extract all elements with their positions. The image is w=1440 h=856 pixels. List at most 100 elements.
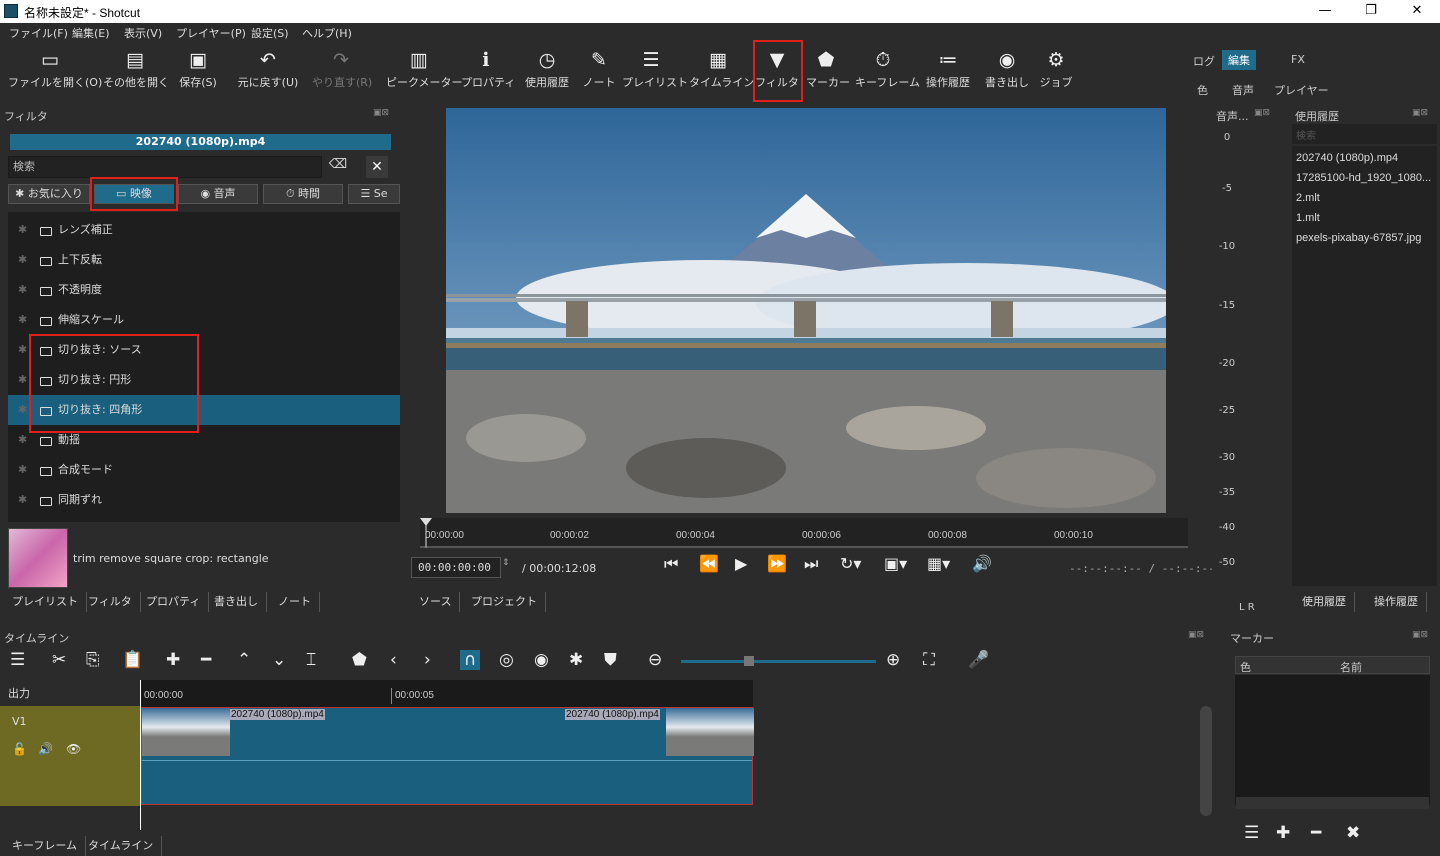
remove-marker-icon[interactable]: ━ xyxy=(1311,823,1321,843)
panel-float-close-icon[interactable]: ▣⊠ xyxy=(1412,108,1428,118)
marker-table[interactable] xyxy=(1235,675,1430,805)
list-item[interactable]: 2.mlt xyxy=(1296,192,1320,204)
grid-icon[interactable]: ▦▾ xyxy=(927,554,950,573)
layout-log[interactable]: ログ xyxy=(1193,53,1215,69)
layout-color[interactable]: 色 xyxy=(1197,82,1208,98)
category-audio[interactable]: ◉ 音声 xyxy=(178,184,258,204)
save-button[interactable]: ▣ 保存(S) xyxy=(176,44,220,98)
list-item[interactable]: 202740 (1080p).mp4 xyxy=(1296,152,1398,164)
timeline-clip[interactable]: 202740 (1080p).mp4 202740 (1080p).mp4 xyxy=(141,707,754,805)
favorite-star-icon[interactable]: ✱ xyxy=(18,455,27,485)
list-item[interactable]: 1.mlt xyxy=(1296,212,1320,224)
zoom-slider[interactable] xyxy=(681,660,876,663)
favorite-star-icon[interactable]: ✱ xyxy=(18,215,27,245)
prev-marker-icon[interactable]: ‹ xyxy=(390,650,397,670)
playhead[interactable] xyxy=(140,680,141,830)
loop-icon[interactable]: ↻▾ xyxy=(840,554,861,573)
properties-button[interactable]: ℹ プロパティ xyxy=(461,44,515,98)
volume-icon[interactable]: 🔊 xyxy=(972,554,992,573)
play-icon[interactable]: ▶ xyxy=(735,554,747,573)
favorite-star-icon[interactable]: ✱ xyxy=(18,365,27,395)
list-item[interactable]: 17285100-hd_1920_1080... xyxy=(1296,172,1431,184)
list-item[interactable]: ✱ 合成モード xyxy=(8,455,400,485)
track-header-v1[interactable]: V1 🔓 🔊 👁 xyxy=(0,706,140,806)
paste-icon[interactable]: 📋 xyxy=(122,650,143,670)
column-name[interactable]: 名前 xyxy=(1340,659,1362,675)
remove-icon[interactable]: ━ xyxy=(201,650,211,670)
history-button[interactable]: ≔ 操作履歴 xyxy=(922,44,974,98)
list-item[interactable]: ✱ 伸縮スケール xyxy=(8,305,400,335)
microphone-icon[interactable]: 🎤 xyxy=(968,650,989,670)
copy-icon[interactable]: ⎘ xyxy=(86,650,100,670)
peak-meter-button[interactable]: ▥ ピークメーター xyxy=(386,44,463,98)
cut-icon[interactable]: ✂ xyxy=(52,650,66,670)
scrub-icon[interactable]: ◎ xyxy=(499,650,514,670)
tab-project[interactable]: プロジェクト xyxy=(463,592,546,612)
list-item[interactable]: ✱ レンズ補正 xyxy=(8,215,400,245)
add-marker-icon[interactable]: ✚ xyxy=(1276,823,1290,843)
markers-button[interactable]: ⬟ マーカー xyxy=(806,44,850,98)
keyframes-button[interactable]: ⏱ キーフレーム xyxy=(855,44,920,98)
mute-icon[interactable]: 🔊 xyxy=(38,742,53,756)
tab-properties[interactable]: プロパティ xyxy=(138,592,210,612)
minimize-button[interactable]: — xyxy=(1302,0,1348,23)
close-filter-icon[interactable]: ✕ xyxy=(366,156,388,178)
tab-export[interactable]: 書き出し xyxy=(206,592,267,612)
clear-markers-icon[interactable]: ✖ xyxy=(1346,823,1360,843)
export-button[interactable]: ◉ 書き出し xyxy=(985,44,1029,98)
menu-view[interactable]: 表示(V) xyxy=(124,25,162,41)
tab-timeline[interactable]: タイムライン xyxy=(80,836,163,856)
layout-audio[interactable]: 音声 xyxy=(1232,82,1254,98)
filter-search-input[interactable]: 検索 xyxy=(8,156,322,178)
overwrite-icon[interactable]: ⌄ xyxy=(272,650,286,670)
next-marker-icon[interactable]: › xyxy=(424,650,431,670)
open-other-button[interactable]: ▤ その他を開く xyxy=(103,44,169,98)
tab-keyframes[interactable]: キーフレーム xyxy=(4,836,87,856)
tab-playlist[interactable]: プレイリスト xyxy=(4,592,87,612)
maximize-button[interactable]: ❐ xyxy=(1348,0,1394,23)
open-file-button[interactable]: ▭ ファイルを開く(O) xyxy=(8,44,102,98)
zoom-slider-handle[interactable] xyxy=(744,656,754,666)
favorite-star-icon[interactable]: ✱ xyxy=(18,425,27,455)
menu-edit[interactable]: 編集(E) xyxy=(72,25,110,41)
list-item[interactable]: ✱ 同期ずれ xyxy=(8,485,400,515)
snap-icon[interactable]: ∩ xyxy=(460,650,481,670)
redo-button[interactable]: ↷ やり直す(R) xyxy=(312,44,372,98)
recent-search-input[interactable]: 検索 xyxy=(1292,124,1437,144)
panel-float-close-icon[interactable]: ▣⊠ xyxy=(1188,630,1204,640)
list-item[interactable]: ✱ 上下反転 xyxy=(8,245,400,275)
favorite-star-icon[interactable]: ✱ xyxy=(18,245,27,275)
menu-player[interactable]: プレイヤー(P) xyxy=(176,25,246,41)
layout-edit[interactable]: 編集 xyxy=(1222,50,1256,70)
playlist-button[interactable]: ☰ プレイリスト xyxy=(622,44,688,98)
ripple-icon[interactable]: ◉ xyxy=(534,650,549,670)
category-sets[interactable]: ☰ Se xyxy=(348,184,400,204)
undo-button[interactable]: ↶ 元に戻す(U) xyxy=(237,44,299,98)
menu-settings[interactable]: 設定(S) xyxy=(251,25,289,41)
panel-float-close-icon[interactable]: ▣⊠ xyxy=(1412,630,1428,640)
list-item[interactable]: pexels-pixabay-67857.jpg xyxy=(1296,232,1421,244)
split-icon[interactable]: ⌶ xyxy=(306,650,316,670)
column-color[interactable]: 色 xyxy=(1240,659,1251,675)
favorite-star-icon[interactable]: ✱ xyxy=(18,395,27,425)
layout-player[interactable]: プレイヤー xyxy=(1274,82,1329,98)
list-item[interactable]: ✱ 不透明度 xyxy=(8,275,400,305)
rewind-icon[interactable]: ⏪ xyxy=(699,554,719,573)
ripple-all-icon[interactable]: ✱ xyxy=(569,650,583,670)
jobs-button[interactable]: ⚙ ジョブ xyxy=(1039,44,1073,98)
zoom-in-icon[interactable]: ⊕ xyxy=(886,650,900,670)
fast-forward-icon[interactable]: ⏩ xyxy=(767,554,787,573)
marker-menu-icon[interactable]: ☰ xyxy=(1244,823,1259,843)
lock-icon[interactable]: 🔓 xyxy=(12,742,27,756)
menu-file[interactable]: ファイル(F) xyxy=(9,25,68,41)
tab-recent[interactable]: 使用履歴 xyxy=(1294,592,1355,612)
timeline-menu-icon[interactable]: ☰ xyxy=(10,650,25,670)
skip-end-icon[interactable]: ⏭ xyxy=(804,554,818,574)
tab-notes[interactable]: ノート xyxy=(270,592,320,612)
favorite-star-icon[interactable]: ✱ xyxy=(18,485,27,515)
timecode-input[interactable]: 00:00:00:00 xyxy=(411,557,501,578)
visibility-eye-icon[interactable]: 👁 xyxy=(66,742,81,756)
horizontal-scrollbar[interactable] xyxy=(1236,797,1429,809)
category-time[interactable]: ⏱ 時間 xyxy=(263,184,343,204)
panel-float-close-icon[interactable]: ▣⊠ xyxy=(373,108,389,118)
